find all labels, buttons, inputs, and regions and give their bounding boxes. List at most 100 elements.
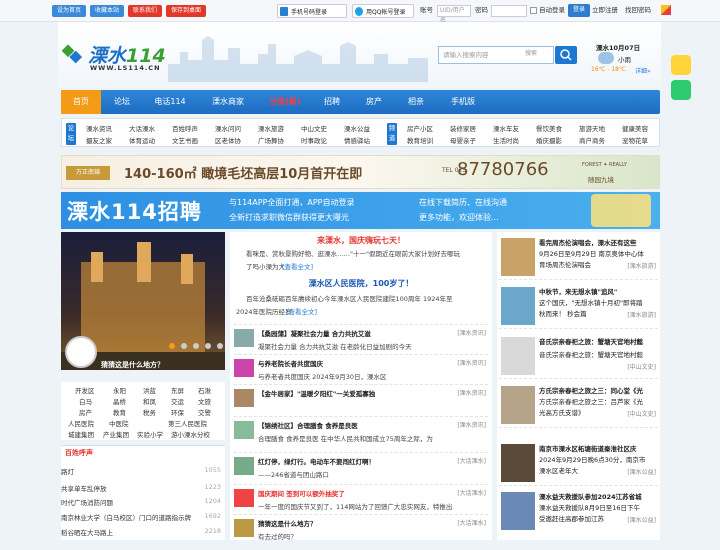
feature-category[interactable]: [溧水公益] [627,467,656,476]
quick-link[interactable]: 和凤 [143,396,156,406]
subnav-link[interactable]: 百姓呼声 [172,123,198,133]
public-voice-title[interactable]: 百姓呼声 [61,446,93,460]
subnav-link[interactable]: 生活时尚 [493,135,519,145]
slider-dot[interactable] [193,343,199,349]
headline-1[interactable]: 来溧水，国庆嗨玩七天！ [230,235,492,246]
quick-link[interactable]: 交运 [171,396,184,406]
news-category[interactable]: [溧水资讯] [457,328,486,337]
quick-link[interactable]: 税务 [143,407,156,417]
quick-link[interactable]: 开发区 [75,385,95,395]
news-category[interactable]: [大话溧水] [457,518,486,527]
news-category[interactable]: [溧水资讯] [457,420,486,429]
quick-link[interactable]: 房产 [79,407,92,417]
subnav-link[interactable]: 大话溧水 [129,123,155,133]
nav-phone114[interactable]: 电话114 [143,90,197,114]
quick-link[interactable]: 人民医院 [68,418,94,428]
quick-link[interactable]: 第三人民医院 [168,418,207,428]
slider-dot[interactable] [181,343,187,349]
contact-button[interactable]: 联系我们 [128,5,163,17]
feature-item[interactable]: 看完周杰伦演唱会，溧水还有这些 9月26日至9月29日 南京奥体中心体 育场周杰伦演… [499,234,658,280]
slider-dot[interactable] [169,343,175,349]
subnav-link[interactable]: 情感驿站 [344,135,370,145]
recruitment-banner[interactable]: 溧水114招聘 与114APP全面打通，APP自动登录 全新打造求职微信群获得更… [61,192,660,229]
weather-detail-link[interactable]: 详细» [635,66,651,75]
feature-item[interactable]: 中秋节，来无想水镇"追风" 这个国庆，"无想水镇十月初"即将踏 秋而来！ 秒会篇 [溧… [499,283,658,329]
feature-category[interactable]: [溧水旅游] [627,310,656,319]
photo-slider[interactable]: 猜猜这是什么地方？ [61,232,225,370]
list-item[interactable]: 路灯 1055 [61,466,225,476]
quick-link[interactable]: 中医院 [109,418,129,428]
subnav-link[interactable]: 摄友之家 [86,135,112,145]
quick-link[interactable]: 实验小学 [137,429,163,439]
nav-mobile[interactable]: 手机版 [437,90,489,114]
subnav-link[interactable]: 体育运动 [129,135,155,145]
list-item[interactable]: 稻谷晒在大马路上 2218 [61,527,225,537]
subnav-link[interactable]: 中山文史 [301,123,327,133]
subnav-link[interactable]: 时事政论 [301,135,327,145]
slider-dot[interactable] [217,343,223,349]
auto-login-checkbox[interactable] [530,7,537,14]
quick-link[interactable]: 游小溧水分校 [171,429,210,439]
slider-caption[interactable]: 猜猜这是什么地方？ [101,360,164,370]
real-estate-banner[interactable]: 万正南锦 140-160㎡ 瞰境毛坯高层10月首开在即 TEL 025 8778… [61,155,660,189]
account-input[interactable]: UID/用户名 [437,5,471,24]
headline-2-more-link[interactable]: [查看全文] [286,307,317,318]
list-item[interactable]: 南京林业大学（白马校区）门口的道路指示牌 1692 [61,512,225,522]
logo-icon[interactable] [62,44,84,66]
quick-link[interactable]: 交警 [198,407,211,417]
subnav-link[interactable]: 文艺书画 [172,135,198,145]
list-item[interactable]: 共享单车乱停放 1223 [61,483,225,493]
qq-login-button[interactable]: 用QQ帐号登录 [352,4,414,18]
nav-jobs[interactable]: 招聘 [311,90,353,114]
nav-home[interactable]: 首页 [61,90,101,114]
rss-icon[interactable] [661,5,671,15]
search-type-select[interactable]: 搜索 [525,48,537,57]
feature-item[interactable]: 南京市溧水区柘塘街道秦淮社区庆 2024年9月29日晚6点30分，南京市 溧水区老年… [499,440,658,486]
subnav-link[interactable]: 母婴亲子 [450,135,476,145]
nav-merchants[interactable]: 溧水商家 [197,90,259,114]
subnav-link[interactable]: 区老体协 [215,135,241,145]
quick-link[interactable]: 文旅 [198,396,211,406]
feature-category[interactable]: [溧水公益] [627,515,656,524]
subnav-link[interactable]: 餐饮美食 [536,123,562,133]
subnav-link[interactable]: 宠物花草 [622,135,648,145]
nav-forum[interactable]: 论坛 [101,90,143,114]
headline-1-more-link[interactable]: [查看全文] [282,262,313,273]
set-homepage-button[interactable]: 设为首页 [52,5,87,17]
quick-link[interactable]: 石湫 [198,385,211,395]
news-item[interactable]: 红灯停，绿灯行。电动车不要闯红灯啊！ [大话溧水] ——246省道与团山路口 [234,452,488,488]
news-category[interactable]: [大话溧水] [457,456,486,465]
subnav-link[interactable]: 溧水公益 [344,123,370,133]
quick-link[interactable]: 洪蓝 [143,385,156,395]
list-item[interactable]: 时代广场消防问题 1204 [61,497,225,507]
news-category[interactable]: [溧水资讯] [457,388,486,397]
feature-item[interactable]: 溧水益天救援队参加2024江苏省城 溧水益天救援队8月9日至16日下午 受邀赶往高郡… [499,488,658,534]
quick-link[interactable]: 白马 [79,396,92,406]
nav-dating[interactable]: 相亲 [395,90,437,114]
quick-link[interactable]: 教育 [113,407,126,417]
subnav-link[interactable]: 溧水车友 [493,123,519,133]
phone-login-button[interactable]: 手机号码登录 [277,4,347,18]
news-category[interactable]: [溧水资讯] [457,358,486,367]
wechat-icon[interactable] [671,80,691,100]
subnav-link[interactable]: 健康美容 [622,123,648,133]
feature-category[interactable]: [中山文史] [627,409,656,418]
news-item[interactable]: 【锦绣社区】合理膳食 食养是良医 [溧水资讯] 合理膳食 食养是良医 在中华人民共和… [234,416,488,452]
subnav-link[interactable]: 房产小区 [407,123,433,133]
feature-item[interactable]: 方氏宗亲春祀之旅之三：同心堂《光 方氏宗亲春祀之旅之三：吕芦家《光 光高方氏支谱》 [… [499,382,658,428]
forgot-password-link[interactable]: 找回密码 [625,4,651,14]
quick-link[interactable]: 东屏 [171,385,184,395]
quick-link[interactable]: 晶桥 [113,396,126,406]
bookmark-button[interactable]: 收藏本站 [90,5,125,17]
feature-item[interactable]: 音氏宗亲春祀之旅：蟹塘天官地村懿 音氏宗亲春祀之旅：蟹塘天官地村懿 [中山文史] [499,333,658,379]
subnav-link[interactable]: 教育培训 [407,135,433,145]
feature-category[interactable]: [溧水旅游] [627,261,656,270]
headline-2[interactable]: 溧水区人民医院，100岁了！ [230,278,492,289]
nav-housing[interactable]: 房产 [353,90,395,114]
quick-link[interactable]: 产业集团 [103,429,129,439]
quick-link[interactable]: 永阳 [113,385,126,395]
login-button[interactable]: 登录 [568,4,591,17]
subnav-link[interactable]: 溧水旅游 [258,123,284,133]
smile-icon[interactable] [671,55,691,75]
quick-link[interactable]: 环保 [171,407,184,417]
